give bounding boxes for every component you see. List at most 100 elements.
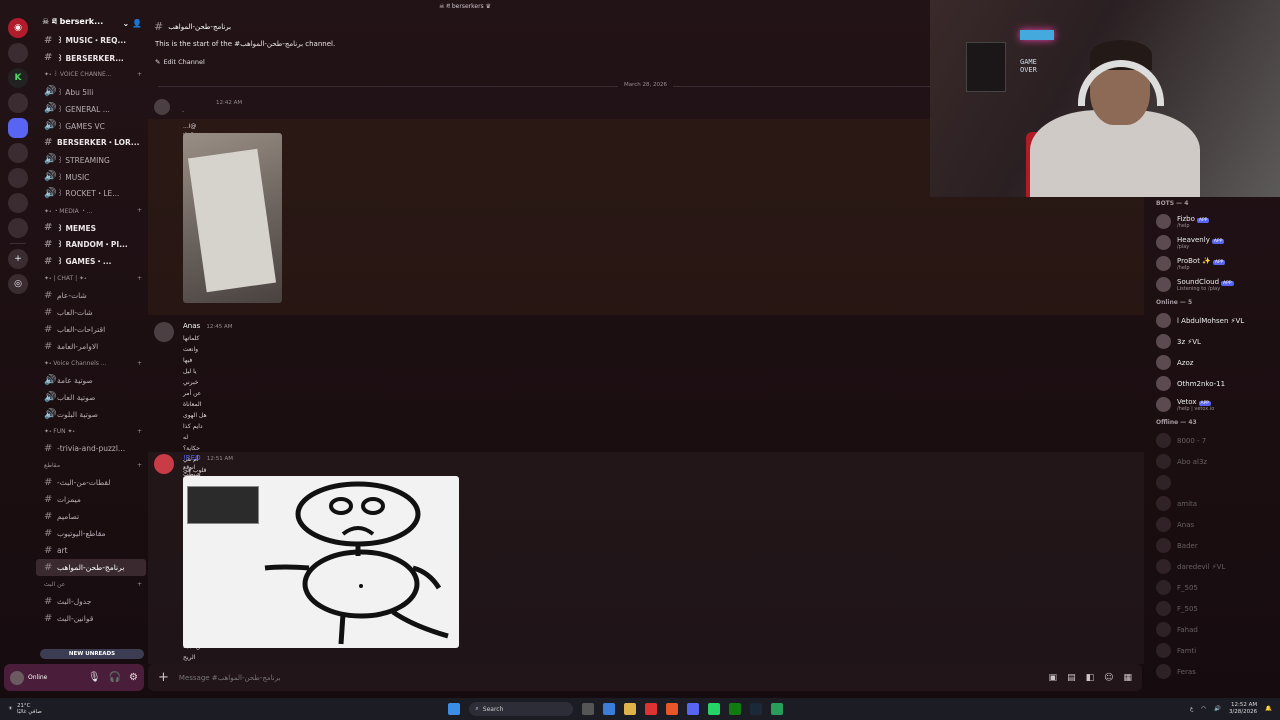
channel-item[interactable]: # ꒱ GAMES・... [36, 253, 146, 270]
apps-icon[interactable]: ▦ [1123, 673, 1132, 683]
volume-icon[interactable]: 🔊 [1214, 706, 1221, 713]
gear-icon[interactable]: ⚙ [129, 672, 138, 683]
channel-item[interactable]: # art [36, 542, 146, 559]
avatar[interactable] [154, 99, 170, 115]
author-name[interactable]: Anas [183, 322, 200, 330]
channel-category[interactable]: ✦˖ FUN ✦˖ + [36, 423, 146, 440]
channel-item[interactable]: # ꒱ RANDOM・PI... [36, 236, 146, 253]
member-item[interactable]: Feras [1148, 661, 1280, 682]
member-item[interactable] [1148, 472, 1280, 493]
add-attachment-icon[interactable]: + [158, 670, 169, 685]
channel-item[interactable]: # اقتراحات-العاب [36, 321, 146, 338]
edge-icon[interactable] [603, 703, 616, 715]
server-icon[interactable] [8, 143, 28, 163]
notification-icon[interactable]: 🔔 [1265, 706, 1272, 713]
add-server-icon[interactable]: + [8, 249, 28, 269]
channel-category[interactable]: عن البث + [36, 576, 146, 593]
current-user[interactable]: Online [10, 670, 47, 685]
channel-item[interactable]: # -trivia-and-puzzl... [36, 440, 146, 457]
weather-widget[interactable]: ☀ 21°C صافي غالبًا [8, 703, 42, 715]
channel-item[interactable]: 🔊 صوتية البلوت [36, 406, 146, 423]
channel-item[interactable]: 🔊 ꒱ MUSIC [36, 168, 146, 185]
member-item[interactable]: Abo al3z [1148, 451, 1280, 472]
member-item[interactable]: Anas [1148, 514, 1280, 535]
server-icon[interactable] [8, 43, 28, 63]
channel-category[interactable]: ✦˖ ・MEDIA ・... + [36, 202, 146, 219]
avatar[interactable] [154, 322, 174, 342]
add-channel-icon[interactable]: + [137, 428, 142, 435]
channel-item[interactable]: 🔊 ꒱ ROCKET・LE... [36, 185, 146, 202]
channel-item[interactable]: # ميمزات [36, 491, 146, 508]
member-item[interactable]: Fahad [1148, 619, 1280, 640]
sticker-icon[interactable]: ◧ [1086, 673, 1095, 683]
task-view-icon[interactable] [582, 703, 595, 715]
channel-item[interactable]: # ꒱ MUSIC・REQ... [36, 32, 146, 49]
channel-item[interactable]: # مقاطع-اليوتيوب [36, 525, 146, 542]
server-icon[interactable] [8, 218, 28, 238]
channel-item[interactable]: # شات-العاب [36, 304, 146, 321]
attachment-image-sketch[interactable] [183, 133, 282, 303]
channel-item[interactable]: # ꒱ BERSERKER... [36, 49, 146, 66]
member-item[interactable]: l AbdulMohsen ⚡VL [1148, 310, 1280, 331]
brave-icon[interactable] [666, 703, 679, 715]
language-indicator[interactable]: ع [1190, 706, 1193, 713]
channel-item[interactable]: # ꒱ MEMES [36, 219, 146, 236]
channel-item[interactable]: # الاوامر-العامة [36, 338, 146, 355]
channel-item[interactable]: # تصاميم [36, 508, 146, 525]
windows-start-icon[interactable] [448, 703, 461, 715]
member-item[interactable]: F_505 [1148, 598, 1280, 619]
channel-item[interactable]: 🔊 صوتية العاب [36, 389, 146, 406]
member-item[interactable]: Heavenly APP/play [1148, 232, 1280, 253]
microphone-icon[interactable]: 🎙 [88, 672, 101, 683]
channel-category[interactable]: ✦˖ | CHAT | ✦˖ + [36, 270, 146, 287]
whatsapp-icon[interactable] [708, 703, 721, 715]
member-item[interactable]: SoundCloud APP Listening to /play [1148, 274, 1280, 295]
channel-item[interactable]: 🔊 ꒱ GENERAL ... [36, 100, 146, 117]
member-item[interactable]: Vetox APP/help | vetox.io [1148, 394, 1280, 415]
xbox-icon[interactable] [729, 703, 742, 715]
discord-taskbar-icon[interactable] [687, 703, 700, 715]
add-channel-icon[interactable]: + [137, 462, 142, 469]
channel-item[interactable]: # جدول-البث [36, 593, 146, 610]
steam-icon[interactable] [750, 703, 763, 715]
channel-item[interactable]: 🔊 ꒱ Abu 5lli [36, 83, 146, 100]
file-explorer-icon[interactable] [624, 703, 637, 715]
wifi-icon[interactable]: ◠ [1201, 706, 1206, 713]
channel-item[interactable]: # BERSERKER・LOR... [36, 134, 146, 151]
member-item[interactable]: Fizbo APP/help [1148, 211, 1280, 232]
attachment-image-drawing[interactable] [183, 476, 459, 648]
emoji-icon[interactable]: ☺ [1104, 673, 1113, 683]
edit-channel-button[interactable]: ✎ Edit Channel [155, 58, 205, 66]
add-channel-icon[interactable]: + [137, 581, 142, 588]
member-item[interactable]: Famti [1148, 640, 1280, 661]
member-item[interactable]: Bader [1148, 535, 1280, 556]
channel-item[interactable]: 🔊 صوتية عامة [36, 372, 146, 389]
channel-item[interactable]: # قوانين-البث [36, 610, 146, 627]
server-icon[interactable] [8, 193, 28, 213]
taskbar-search[interactable]: ⌕ Search [469, 702, 574, 716]
member-item[interactable]: ProBot ✨ APP/help [1148, 253, 1280, 274]
member-item[interactable]: daredevil ⚡VL [1148, 556, 1280, 577]
server-icon[interactable] [8, 93, 28, 113]
clock[interactable]: 12:52 AM 3/28/2026 [1229, 702, 1257, 716]
add-channel-icon[interactable]: + [137, 71, 142, 78]
new-unreads-button[interactable]: NEW UNREADS [40, 649, 144, 659]
member-item[interactable]: amita [1148, 493, 1280, 514]
channel-item[interactable]: 🔊 ꒱ STREAMING [36, 151, 146, 168]
gif-icon[interactable]: ▤ [1067, 673, 1076, 683]
member-item[interactable]: 3z ⚡VL [1148, 331, 1280, 352]
add-channel-icon[interactable]: + [137, 275, 142, 282]
member-item[interactable]: 8000 - 7 [1148, 430, 1280, 451]
member-item[interactable]: F_505 [1148, 577, 1280, 598]
author-name[interactable]: !REO [183, 454, 201, 462]
server-icon[interactable] [8, 168, 28, 188]
headphones-icon[interactable]: 🎧 [109, 672, 121, 683]
channel-item[interactable]: # -لقطات-من-البث [36, 474, 146, 491]
channel-item[interactable]: # شات-عام [36, 287, 146, 304]
channel-category[interactable]: ✦˖ ꒱ VOICE CHANNE... + [36, 66, 146, 83]
member-item[interactable]: Othm2nko-11 [1148, 373, 1280, 394]
channel-category[interactable]: مقاطع + [36, 457, 146, 474]
gift-icon[interactable]: ▣ [1049, 673, 1058, 683]
avatar[interactable] [154, 454, 174, 474]
server-icon-active[interactable] [8, 118, 28, 138]
